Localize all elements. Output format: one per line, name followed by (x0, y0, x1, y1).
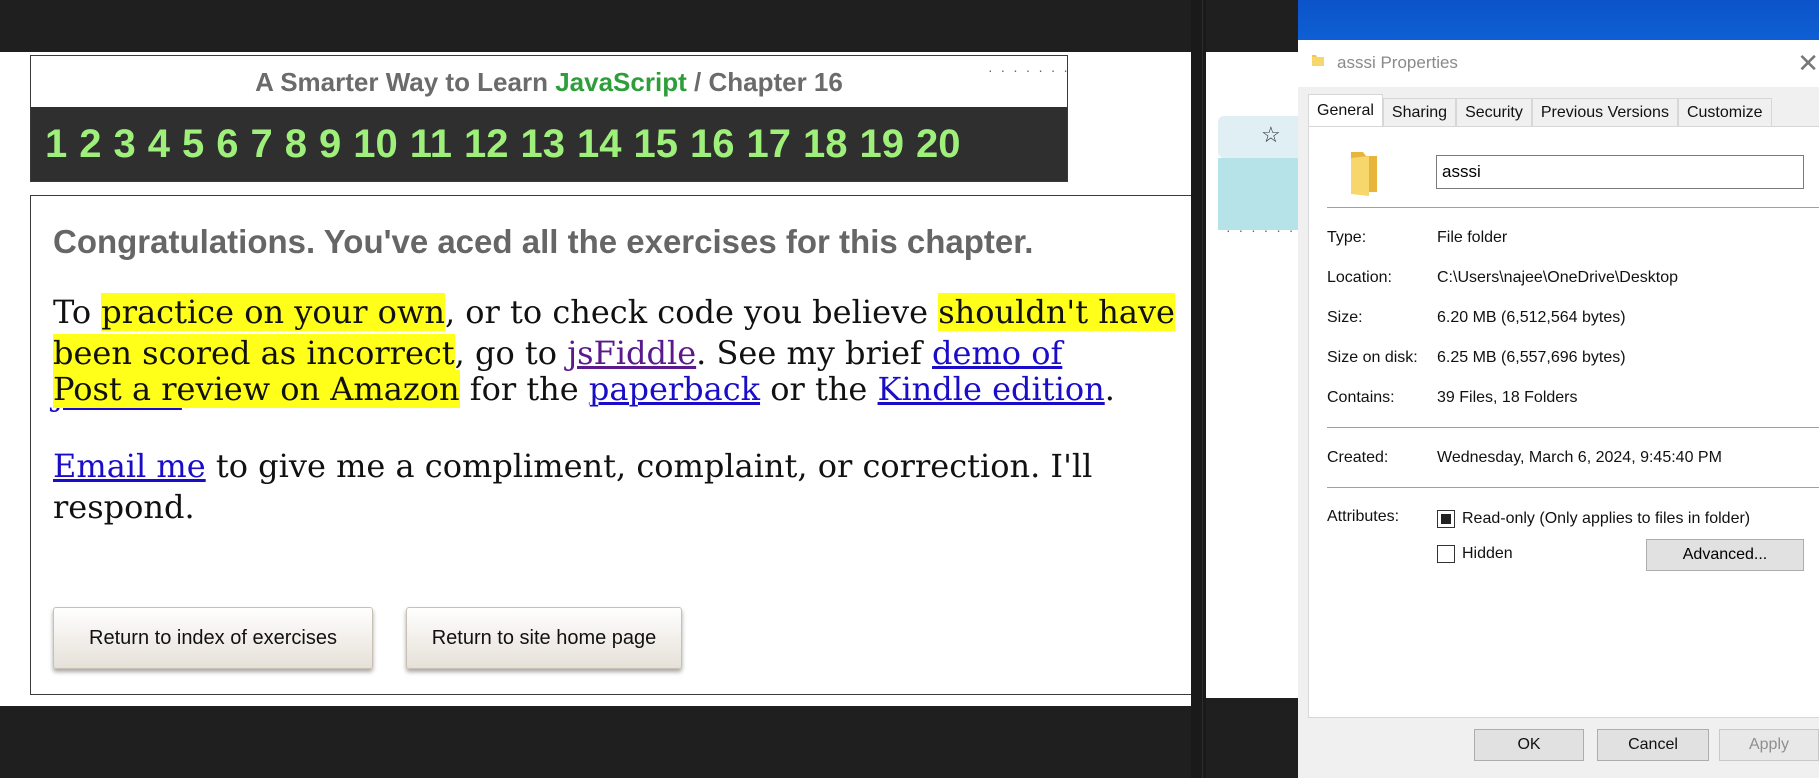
title-chapter: Chapter 16 (708, 67, 843, 97)
dotted-divider: · · · · · · (1226, 222, 1296, 238)
title-separator: / (693, 67, 702, 97)
dialog-titlebar[interactable]: asssi Properties ✕ (1298, 40, 1819, 87)
tab-general[interactable]: General (1308, 94, 1383, 127)
chapter-link-6[interactable]: 6 (216, 122, 238, 167)
background-address-bar[interactable] (1218, 116, 1298, 158)
folder-icon (1312, 55, 1324, 66)
return-index-button[interactable]: Return to index of exercises (53, 607, 373, 669)
readonly-label: Read-only (Only applies to files in fold… (1462, 510, 1751, 527)
chapter-link-5[interactable]: 5 (182, 122, 204, 167)
general-tab-panel: Type: File folder Location: C:\Users\naj… (1308, 126, 1819, 718)
size-value: 6.20 MB (6,512,564 bytes) (1437, 309, 1626, 326)
return-home-button[interactable]: Return to site home page (406, 607, 682, 669)
review-paragraph: Post a review on Amazon for the paperbac… (53, 369, 1193, 410)
jsfiddle-link[interactable]: jsFiddle (567, 334, 696, 372)
chapter-link-8[interactable]: 8 (285, 122, 307, 167)
tab-previous-versions[interactable]: Previous Versions (1531, 98, 1678, 127)
attributes-label: Attributes: (1327, 508, 1400, 525)
highlight-review: Post a review on Amazon (53, 370, 460, 408)
size-on-disk-label: Size on disk: (1327, 349, 1418, 366)
chapter-link-13[interactable]: 13 (521, 122, 566, 167)
chapter-link-18[interactable]: 18 (803, 122, 848, 167)
chapter-link-17[interactable]: 17 (747, 122, 792, 167)
separator (1327, 207, 1819, 208)
ok-button[interactable]: OK (1474, 729, 1584, 761)
congrats-message: Congratulations. You've aced all the exe… (53, 223, 1034, 260)
chapter-link-9[interactable]: 9 (319, 122, 341, 167)
apply-button[interactable]: Apply (1719, 729, 1819, 761)
properties-dialog: asssi Properties ✕ General Sharing Secur… (1298, 0, 1819, 778)
text: . See my brief (696, 334, 933, 372)
title-book: A Smarter Way to Learn (255, 67, 548, 97)
paperback-link[interactable]: paperback (589, 370, 760, 408)
dotted-divider: · · · · · · · (988, 62, 1070, 78)
background-toolbar (1218, 158, 1298, 230)
chapter-link-4[interactable]: 4 (148, 122, 170, 167)
page-title: A Smarter Way to Learn JavaScript / Chap… (31, 56, 1067, 107)
dialog-tabs: General Sharing Security Previous Versio… (1308, 94, 1772, 127)
chapter-nav: 1 2 3 4 5 6 7 8 9 10 11 12 13 14 15 16 17 18 19 20 (31, 107, 1067, 181)
readonly-checkbox[interactable] (1437, 510, 1455, 528)
email-link[interactable]: Email me (53, 447, 206, 485)
chapter-link-2[interactable]: 2 (79, 122, 101, 167)
desktop-background (1298, 0, 1819, 40)
chapter-link-15[interactable]: 15 (634, 122, 679, 167)
browser-page: A Smarter Way to Learn JavaScript / Chap… (0, 52, 1197, 706)
highlight-practice: practice on your own (101, 293, 445, 331)
type-value: File folder (1437, 229, 1508, 246)
separator (1327, 487, 1819, 488)
advanced-button[interactable]: Advanced... (1646, 539, 1804, 571)
dialog-title: asssi Properties (1337, 53, 1458, 72)
text: To (53, 293, 102, 331)
title-javascript: JavaScript (555, 67, 687, 97)
text: , or to check code you believe (444, 293, 939, 331)
location-value: C:\Users\najee\OneDrive\Desktop (1437, 269, 1678, 286)
text: . (1104, 370, 1115, 408)
chapter-link-1[interactable]: 1 (45, 122, 67, 167)
contains-label: Contains: (1327, 389, 1395, 406)
contains-value: 39 Files, 18 Folders (1437, 389, 1578, 406)
folder-icon (1351, 152, 1377, 196)
text: or the (760, 370, 878, 408)
text: , go to (454, 334, 568, 372)
results-panel: Congratulations. You've aced all the exe… (30, 195, 1197, 695)
chapter-link-7[interactable]: 7 (251, 122, 273, 167)
size-label: Size: (1327, 309, 1363, 326)
window-border (1202, 0, 1203, 778)
text: to give me a compliment, complaint, or c… (53, 447, 1093, 526)
chapter-header: A Smarter Way to Learn JavaScript / Chap… (30, 55, 1068, 182)
tab-sharing[interactable]: Sharing (1382, 98, 1457, 127)
kindle-link[interactable]: Kindle edition (878, 370, 1105, 408)
location-label: Location: (1327, 269, 1392, 286)
cancel-button[interactable]: Cancel (1597, 729, 1709, 761)
close-icon[interactable]: ✕ (1797, 48, 1819, 79)
chapter-link-12[interactable]: 12 (464, 122, 509, 167)
chapter-link-20[interactable]: 20 (916, 122, 961, 167)
type-label: Type: (1327, 229, 1367, 246)
separator (1327, 427, 1819, 428)
created-value: Wednesday, March 6, 2024, 9:45:40 PM (1437, 449, 1722, 466)
hidden-label: Hidden (1462, 545, 1513, 562)
chapter-link-10[interactable]: 10 (353, 122, 398, 167)
window-gap (1191, 0, 1206, 778)
folder-name-input[interactable] (1436, 155, 1804, 189)
chapter-link-11[interactable]: 11 (410, 122, 452, 167)
star-icon[interactable]: ☆ (1261, 122, 1281, 148)
created-label: Created: (1327, 449, 1389, 466)
size-on-disk-value: 6.25 MB (6,557,696 bytes) (1437, 349, 1626, 366)
chapter-link-14[interactable]: 14 (577, 122, 622, 167)
email-paragraph: Email me to give me a compliment, compla… (53, 446, 1093, 528)
hidden-checkbox[interactable] (1437, 545, 1455, 563)
text: for the (459, 370, 589, 408)
tab-security[interactable]: Security (1456, 98, 1532, 127)
chapter-link-19[interactable]: 19 (860, 122, 905, 167)
chapter-link-3[interactable]: 3 (114, 122, 136, 167)
tab-customize[interactable]: Customize (1677, 98, 1772, 127)
chapter-link-16[interactable]: 16 (690, 122, 735, 167)
